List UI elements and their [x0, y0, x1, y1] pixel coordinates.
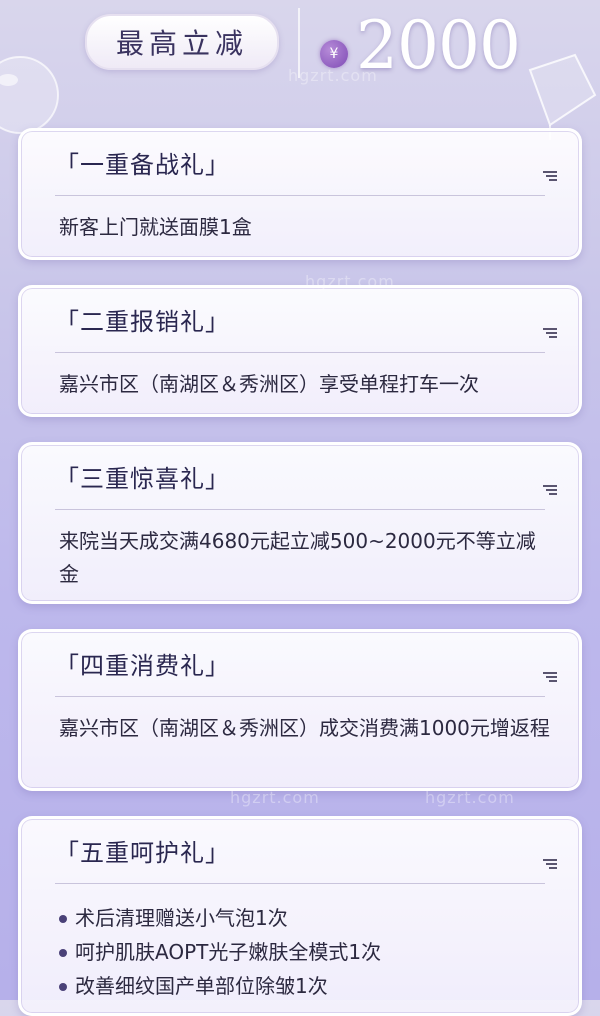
list-item: 术后清理赠送小气泡1次 [59, 901, 553, 935]
yen-coin-icon: ¥ [320, 40, 348, 68]
promo-header: 最高立减 ¥ 2000 [0, 0, 600, 110]
list-item-text: 呵护肌肤AOPT光子嫩肤全模式1次 [75, 940, 382, 964]
gift-card-4: 「四重消费礼」 嘉兴市区（南湖区＆秀洲区）成交消费满1000元增返程 [18, 629, 582, 791]
card-divider [55, 195, 545, 196]
watermark: hgzrt.com [425, 788, 515, 807]
watermark: hgzrt.com [288, 66, 378, 85]
card-divider [55, 352, 545, 353]
menu-lines-icon [543, 672, 557, 682]
list-item: 改善细纹国产单部位除皱1次 [59, 969, 553, 1003]
card-title: 「五重呵护礼」 [55, 839, 230, 867]
menu-lines-icon [543, 171, 557, 181]
bullet-dot-icon [59, 949, 67, 957]
card-body: 嘉兴市区（南湖区＆秀洲区）成交消费满1000元增返程 [59, 716, 550, 740]
menu-lines-icon [543, 328, 557, 338]
card-title: 「三重惊喜礼」 [55, 465, 230, 493]
list-item-text: 术后清理赠送小气泡1次 [75, 906, 288, 930]
watermark: hgzrt.com [305, 272, 395, 291]
menu-lines-icon [543, 859, 557, 869]
max-discount-badge: 最高立减 [85, 14, 279, 70]
card-divider [55, 883, 545, 884]
discount-amount: 2000 [356, 7, 521, 84]
gift-card-2: 「二重报销礼」 嘉兴市区（南湖区＆秀洲区）享受单程打车一次 [18, 285, 582, 417]
card-divider [55, 696, 545, 697]
card-body: 嘉兴市区（南湖区＆秀洲区）享受单程打车一次 [59, 372, 479, 396]
gift-list: 术后清理赠送小气泡1次 呵护肌肤AOPT光子嫩肤全模式1次 改善细纹国产单部位除… [59, 901, 553, 1003]
card-body: 新客上门就送面膜1盒 [59, 215, 252, 239]
gift-card-5: 「五重呵护礼」 术后清理赠送小气泡1次 呵护肌肤AOPT光子嫩肤全模式1次 改善… [18, 816, 582, 1016]
card-body: 术后清理赠送小气泡1次 呵护肌肤AOPT光子嫩肤全模式1次 改善细纹国产单部位除… [59, 901, 553, 1003]
list-item: 呵护肌肤AOPT光子嫩肤全模式1次 [59, 935, 553, 969]
card-title: 「二重报销礼」 [55, 308, 230, 336]
bullet-dot-icon [59, 915, 67, 923]
bullet-dot-icon [59, 983, 67, 991]
list-item-text: 改善细纹国产单部位除皱1次 [75, 974, 328, 998]
gift-card-1: 「一重备战礼」 新客上门就送面膜1盒 [18, 128, 582, 260]
card-body: 来院当天成交满4680元起立减500~2000元不等立减金 [59, 529, 536, 586]
card-title: 「四重消费礼」 [55, 652, 230, 680]
card-divider [55, 509, 545, 510]
gift-card-3: 「三重惊喜礼」 来院当天成交满4680元起立减500~2000元不等立减金 [18, 442, 582, 604]
card-title: 「一重备战礼」 [55, 151, 230, 179]
watermark: hgzrt.com [230, 788, 320, 807]
menu-lines-icon [543, 485, 557, 495]
